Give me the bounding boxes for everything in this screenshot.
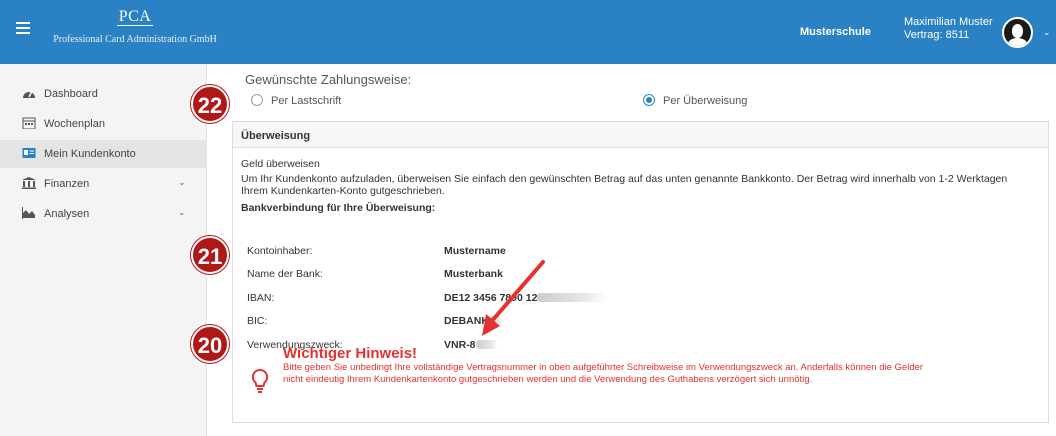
calendar-icon	[22, 117, 36, 129]
transfer-panel: Überweisung Geld überweisen Um Ihr Kunde…	[232, 121, 1049, 423]
school-name[interactable]: Musterschule	[800, 26, 871, 38]
row-label: Kontoinhaber:	[247, 245, 313, 257]
section-label: Geld überweisen	[241, 158, 320, 170]
row-value: Musterbank	[444, 268, 503, 280]
row-label: IBAN:	[247, 292, 275, 304]
annotation-marker-21: 21	[191, 236, 229, 274]
sidebar-item-label: Analysen	[44, 208, 90, 220]
row-label: Name der Bank:	[247, 268, 323, 280]
sidebar-item-analysen[interactable]: Analysen ⌄	[0, 200, 207, 228]
area-chart-icon	[22, 207, 35, 219]
annotation-marker-22: 22	[191, 85, 229, 123]
dashboard-icon	[23, 90, 35, 98]
sidebar-item-label: Dashboard	[44, 88, 98, 100]
logo-title: PCA	[116, 8, 154, 26]
notice-line-1: Bitte geben Sie unbedingt Ihre vollständ…	[283, 362, 924, 373]
row-value-bic: DEBANK	[444, 315, 503, 327]
redacted-blur	[488, 316, 503, 325]
main-content: Gewünschte Zahlungsweise: Per Lastschrif…	[207, 64, 1056, 436]
user-contract: Vertrag: 8511	[904, 29, 970, 41]
radio-circle[interactable]	[251, 94, 263, 106]
radio-label: Per Überweisung	[663, 95, 748, 107]
sidebar-item-label: Wochenplan	[44, 118, 105, 130]
sidebar-item-finanzen[interactable]: Finanzen ⌄	[0, 170, 207, 198]
user-name: Maximilian Muster	[904, 16, 993, 28]
bank-heading: Bankverbindung für Ihre Überweisung:	[241, 202, 436, 214]
bank-icon	[22, 177, 36, 189]
row-label: BIC:	[247, 315, 268, 327]
menu-icon[interactable]	[16, 22, 30, 34]
avatar[interactable]	[1002, 17, 1033, 48]
logo-subtitle: Professional Card Administration GmbH	[53, 34, 217, 45]
chevron-down-icon: ⌄	[178, 177, 186, 187]
iban-value: DE12 3456 7890 12	[444, 292, 538, 304]
sidebar-item-label: Finanzen	[44, 178, 90, 190]
redacted-blur	[537, 293, 608, 302]
instructions-line-2: Ihrem Kundenkarten-Konto gutgeschrieben.	[241, 185, 445, 197]
reference-value: VNR-8	[444, 339, 476, 351]
sidebar-item-mein-kundenkonto[interactable]: Mein Kundenkonto	[0, 140, 207, 168]
radio-label: Per Lastschrift	[271, 95, 342, 107]
lightbulb-icon	[251, 368, 269, 393]
bic-value: DEBANK	[444, 315, 489, 327]
radio-direct-debit[interactable]: Per Lastschrift	[251, 94, 341, 107]
redacted-blur	[475, 340, 498, 349]
sidebar-item-label: Mein Kundenkonto	[44, 148, 136, 160]
annotation-marker-20: 20	[191, 325, 229, 363]
notice-title: Wichtiger Hinweis!	[283, 345, 418, 362]
top-bar: PCA Professional Card Administration Gmb…	[0, 0, 1056, 64]
logo[interactable]: PCA Professional Card Administration Gmb…	[50, 8, 220, 46]
radio-bank-transfer[interactable]: Per Überweisung	[643, 94, 747, 107]
sidebar: Dashboard Wochenplan Mein Kundenkonto Fi…	[0, 64, 207, 436]
row-value-iban: DE12 3456 7890 12	[444, 292, 608, 304]
row-value: Mustername	[444, 245, 506, 257]
chevron-down-icon[interactable]: ⌄	[1043, 27, 1051, 38]
notice-line-2: nicht eindeutig Ihrem Kundenkartenkonto …	[283, 374, 813, 385]
payment-method-title: Gewünschte Zahlungsweise:	[245, 72, 412, 87]
notice-text: Bitte geben Sie unbedingt Ihre vollständ…	[283, 362, 1043, 386]
sidebar-item-wochenplan[interactable]: Wochenplan	[0, 110, 207, 138]
sidebar-item-dashboard[interactable]: Dashboard	[0, 80, 207, 108]
row-value-reference: VNR-8	[444, 339, 498, 351]
chevron-down-icon: ⌄	[178, 207, 186, 217]
user-info[interactable]: Maximilian Muster Vertrag: 8511	[904, 16, 993, 42]
id-card-icon	[22, 148, 36, 158]
instructions-line-1: Um Ihr Kundenkonto aufzuladen, überweise…	[241, 173, 1008, 185]
panel-title: Überweisung	[233, 122, 1048, 148]
radio-circle-selected[interactable]	[643, 94, 655, 106]
